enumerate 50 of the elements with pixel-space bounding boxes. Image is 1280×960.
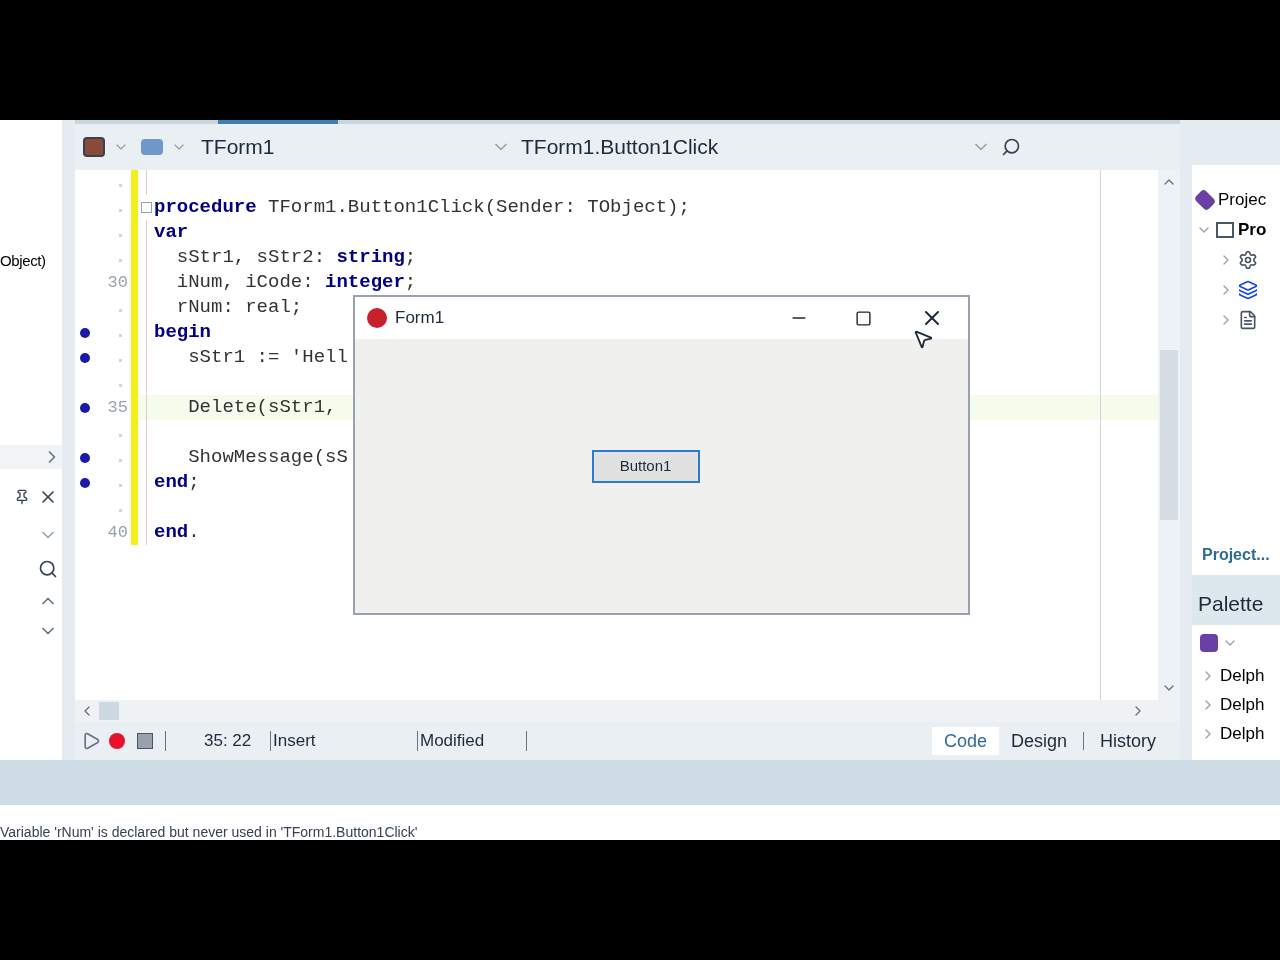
- palette-category[interactable]: Delph: [1220, 720, 1265, 747]
- document-icon: [1238, 310, 1258, 330]
- message-line: Variable 'rNum' is declared but never used in 'TForm1.Button1Click': [0, 824, 419, 840]
- code-line: end.: [154, 520, 200, 546]
- stop-icon[interactable]: [137, 733, 153, 749]
- tree-item[interactable]: Pro: [1238, 217, 1267, 243]
- view-tab[interactable]: Design: [998, 727, 1079, 755]
- class-dropdown[interactable]: TForm1: [201, 124, 491, 170]
- form-button[interactable]: Button1: [591, 449, 700, 483]
- panel-header: Projec: [1218, 189, 1267, 212]
- palette-category[interactable]: Delph: [1220, 691, 1265, 718]
- method-dropdown[interactable]: TForm1.Button1Click: [521, 124, 971, 170]
- horizontal-scrollbar[interactable]: [75, 700, 1180, 722]
- line-number: 35: [107, 397, 128, 417]
- code-line: var: [154, 220, 189, 246]
- line-number: 30: [107, 272, 128, 292]
- code-line: end;: [154, 470, 200, 496]
- insert-mode: Insert: [273, 730, 317, 753]
- layers-icon: [1238, 280, 1258, 300]
- view-tab[interactable]: History: [1088, 727, 1168, 755]
- code-line: ShowMessage(sS: [187, 445, 348, 471]
- play-icon[interactable]: [81, 731, 101, 751]
- cursor-position: 35: 22: [204, 730, 253, 753]
- gear-icon: [1238, 250, 1258, 270]
- panel-text: Object): [0, 251, 46, 271]
- code-line: sStr1, sStr2: string;: [175, 245, 417, 271]
- view-tab[interactable]: Code: [931, 727, 999, 755]
- palette-category[interactable]: Delph: [1220, 662, 1265, 689]
- fold-icon[interactable]: [140, 202, 152, 213]
- pin-icon[interactable]: [14, 488, 30, 505]
- code-line: sStr1 := 'Hell: [187, 345, 348, 371]
- form-icon: [1216, 222, 1234, 238]
- palette-title: Palette: [1198, 590, 1264, 617]
- search-icon[interactable]: [1001, 137, 1021, 157]
- code-line: Delete(sStr1,: [187, 395, 337, 421]
- maximize-icon[interactable]: [855, 309, 872, 327]
- window-title: Form1: [395, 307, 445, 330]
- record-icon[interactable]: [109, 733, 125, 749]
- line-number: 40: [107, 522, 128, 542]
- vertical-scrollbar[interactable]: [1158, 170, 1180, 700]
- scroll-thumb[interactable]: [99, 702, 119, 720]
- app-icon: [367, 308, 387, 328]
- code-line: begin: [154, 320, 211, 346]
- project-link[interactable]: Project...: [1202, 545, 1270, 563]
- code-line: rNum: real;: [175, 295, 303, 321]
- component-icon[interactable]: [1200, 634, 1218, 652]
- search-icon[interactable]: [38, 558, 58, 579]
- code-line: iNum, iCode: integer;: [175, 270, 417, 296]
- modified-status: Modified: [420, 730, 486, 753]
- code-line: procedure TForm1.Button1Click(Sender: TObject);: [154, 195, 690, 221]
